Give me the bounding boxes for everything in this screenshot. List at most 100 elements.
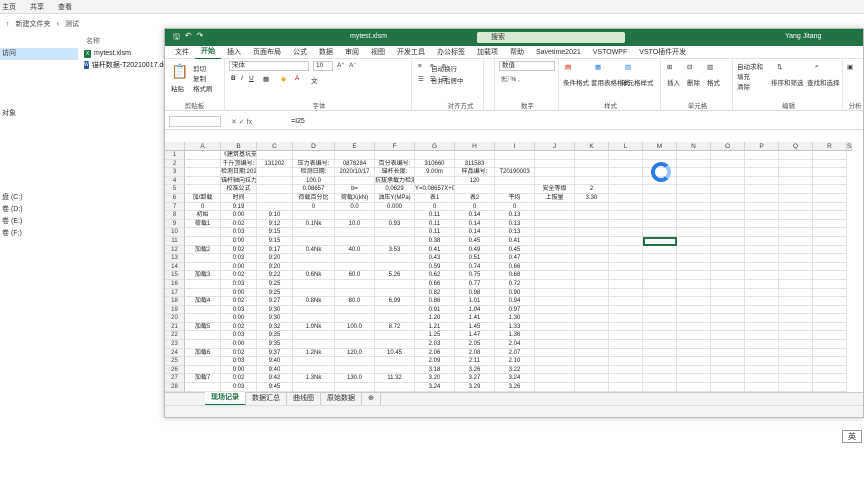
- grid-cell[interactable]: [609, 383, 643, 392]
- grid-cell[interactable]: [415, 176, 455, 186]
- grid-cell[interactable]: [711, 151, 745, 160]
- copy-button[interactable]: 复制: [193, 73, 206, 83]
- grid-cell[interactable]: [779, 185, 813, 194]
- grid-cell[interactable]: [779, 331, 813, 341]
- grid-cell[interactable]: 9:20: [257, 262, 293, 272]
- grid-cell[interactable]: 0.49: [455, 245, 495, 255]
- border-icon[interactable]: ▦: [263, 75, 269, 83]
- grid-cell[interactable]: [779, 193, 813, 203]
- grid-cell[interactable]: 加载6: [185, 348, 221, 358]
- grid-cell[interactable]: [185, 176, 221, 186]
- grid-cell[interactable]: 初始: [185, 211, 221, 220]
- explorer-tab-view[interactable]: 查看: [58, 2, 72, 12]
- grid-cell[interactable]: 311583: [455, 159, 495, 169]
- grid-cell[interactable]: 9:30: [257, 314, 293, 323]
- user-name[interactable]: Yang Jitang: [785, 33, 821, 40]
- grid-cell[interactable]: [779, 236, 813, 246]
- grid-cell[interactable]: [677, 331, 711, 341]
- grid-cell[interactable]: [745, 314, 779, 323]
- grid-cell[interactable]: 0.91: [415, 305, 455, 315]
- grid-cell[interactable]: 8.72: [375, 322, 415, 332]
- grid-cell[interactable]: [813, 365, 847, 375]
- grid-cell[interactable]: 100.0: [293, 176, 335, 186]
- grid-cell[interactable]: 锚杆轴向拉力标准值Nk: [221, 176, 257, 186]
- grid-cell[interactable]: 0:03: [221, 383, 257, 392]
- column-header[interactable]: Q: [779, 142, 813, 151]
- cell-styles-icon[interactable]: ▨: [625, 63, 631, 71]
- grid-cell[interactable]: [643, 262, 677, 272]
- grid-cell[interactable]: 抗拔承载力检测值（KN）: [375, 176, 415, 186]
- grid-cell[interactable]: [779, 374, 813, 384]
- grid-cell[interactable]: 9:37: [257, 348, 293, 358]
- grid-cell[interactable]: [711, 228, 745, 237]
- grid-cell[interactable]: 1.21: [415, 322, 455, 332]
- grid-cell[interactable]: 2.11: [455, 357, 495, 366]
- grid-cell[interactable]: [745, 365, 779, 375]
- grid-cell[interactable]: 3.26: [455, 365, 495, 375]
- nav-item-drive[interactable]: 卷 (D:): [0, 204, 78, 216]
- grid-cell[interactable]: [185, 168, 221, 177]
- grid-cell[interactable]: [375, 305, 415, 315]
- nav-item[interactable]: [0, 60, 78, 72]
- grid-cell[interactable]: [609, 314, 643, 323]
- row-header[interactable]: 22: [165, 331, 185, 341]
- grid-cell[interactable]: 2020/10/17: [335, 168, 375, 177]
- italic-icon[interactable]: I: [241, 75, 243, 82]
- select-all-corner[interactable]: [165, 142, 185, 151]
- paste-button[interactable]: 粘贴: [171, 83, 184, 93]
- grid-cell[interactable]: [711, 305, 745, 315]
- grid-cell[interactable]: [813, 176, 847, 186]
- grid-cell[interactable]: [293, 331, 335, 341]
- grid-cell[interactable]: [813, 357, 847, 366]
- grid-cell[interactable]: [535, 262, 575, 272]
- grid-cell[interactable]: 0:03: [221, 331, 257, 341]
- grid-cell[interactable]: [643, 340, 677, 349]
- grid-cell[interactable]: 0.41: [495, 236, 535, 246]
- grid-cell[interactable]: [185, 340, 221, 349]
- grid-cell[interactable]: 3.26: [495, 383, 535, 392]
- grid-cell[interactable]: 0.13: [495, 228, 535, 237]
- grid-cell[interactable]: [455, 185, 495, 194]
- grid-cell[interactable]: 0.82: [415, 288, 455, 298]
- grid-cell[interactable]: [609, 185, 643, 194]
- grid-cell[interactable]: [745, 357, 779, 366]
- grid-cell[interactable]: [677, 383, 711, 392]
- merge-center-button[interactable]: 合并后居中: [431, 75, 464, 85]
- column-header[interactable]: R: [813, 142, 847, 151]
- grid-cell[interactable]: [185, 159, 221, 169]
- tab-savetime[interactable]: Savetime2021: [530, 46, 587, 59]
- grid-cell[interactable]: [643, 383, 677, 392]
- grid-cell[interactable]: 表1: [415, 193, 455, 203]
- align-left-icon[interactable]: ☰: [418, 75, 424, 83]
- grid-cell[interactable]: [643, 151, 677, 160]
- grid-cell[interactable]: [535, 254, 575, 263]
- grid-cell[interactable]: [535, 151, 575, 160]
- row-header[interactable]: 16: [165, 279, 185, 289]
- grid-cell[interactable]: [813, 348, 847, 358]
- grid-cell[interactable]: [779, 322, 813, 332]
- row-header[interactable]: 20: [165, 314, 185, 323]
- grid-cell[interactable]: [745, 159, 779, 169]
- grid-cell[interactable]: [535, 314, 575, 323]
- grid-cell[interactable]: [293, 305, 335, 315]
- grid-cell[interactable]: [535, 211, 575, 220]
- grid-cell[interactable]: 0.13: [495, 211, 535, 220]
- grid-cell[interactable]: [745, 202, 779, 212]
- grid-cell[interactable]: [335, 305, 375, 315]
- grid-cell[interactable]: 0:00: [221, 236, 257, 246]
- nav-item-drive[interactable]: 卷 (F:): [0, 228, 78, 240]
- grid-cell[interactable]: [575, 331, 609, 341]
- grid-cell[interactable]: 加载3: [185, 271, 221, 280]
- grid-cell[interactable]: [375, 262, 415, 272]
- grid-cell[interactable]: [185, 228, 221, 237]
- grid-cell[interactable]: 上拔量: [535, 193, 575, 203]
- grid-cell[interactable]: 9:27: [257, 297, 293, 306]
- grid-cell[interactable]: 1.36: [495, 331, 535, 341]
- row-header[interactable]: 8: [165, 211, 185, 220]
- grid-cell[interactable]: [677, 236, 711, 246]
- redo-icon[interactable]: ↷: [197, 31, 204, 45]
- grid-cell[interactable]: [575, 202, 609, 212]
- grid-cell[interactable]: [677, 357, 711, 366]
- grid-cell[interactable]: [535, 365, 575, 375]
- grid-cell[interactable]: [779, 245, 813, 255]
